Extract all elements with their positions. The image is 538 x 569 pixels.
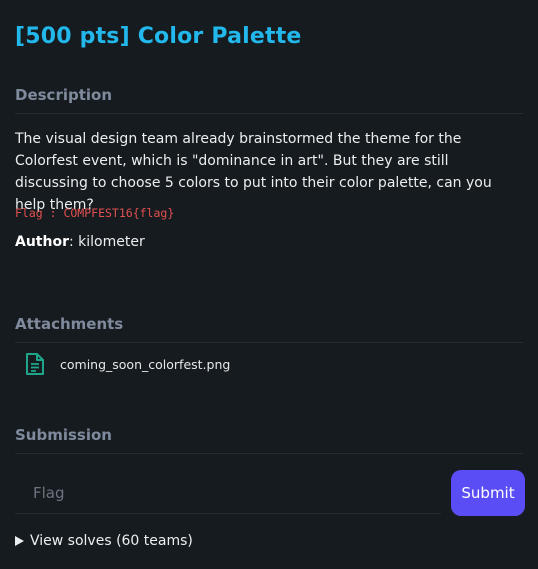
- flag-input[interactable]: [15, 472, 441, 514]
- attachment-item[interactable]: coming_soon_colorfest.png: [24, 352, 230, 376]
- file-document-icon: [26, 353, 44, 375]
- view-solves-label: View solves (60 teams): [30, 533, 193, 549]
- submit-button[interactable]: Submit: [451, 470, 525, 516]
- submission-divider: [15, 453, 523, 454]
- author-value: : kilometer: [68, 234, 145, 250]
- description-text: The visual design team already brainstor…: [15, 131, 492, 213]
- disclosure-triangle-icon: [15, 536, 24, 546]
- flag-format-text: Flag : COMPFEST16{flag}: [15, 206, 175, 220]
- submission-heading: Submission: [15, 426, 112, 444]
- view-solves-toggle[interactable]: View solves (60 teams): [15, 533, 193, 549]
- challenge-title: [500 pts] Color Palette: [15, 24, 302, 49]
- author-label: Author: [15, 234, 69, 250]
- attachments-heading: Attachments: [15, 315, 124, 333]
- description-heading: Description: [15, 86, 113, 104]
- attachments-divider: [15, 342, 523, 343]
- author-line: Author: kilometer: [15, 234, 145, 250]
- challenge-panel: [500 pts] Color Palette Description The …: [0, 0, 538, 569]
- attachment-filename[interactable]: coming_soon_colorfest.png: [60, 357, 230, 372]
- description-divider: [15, 113, 523, 114]
